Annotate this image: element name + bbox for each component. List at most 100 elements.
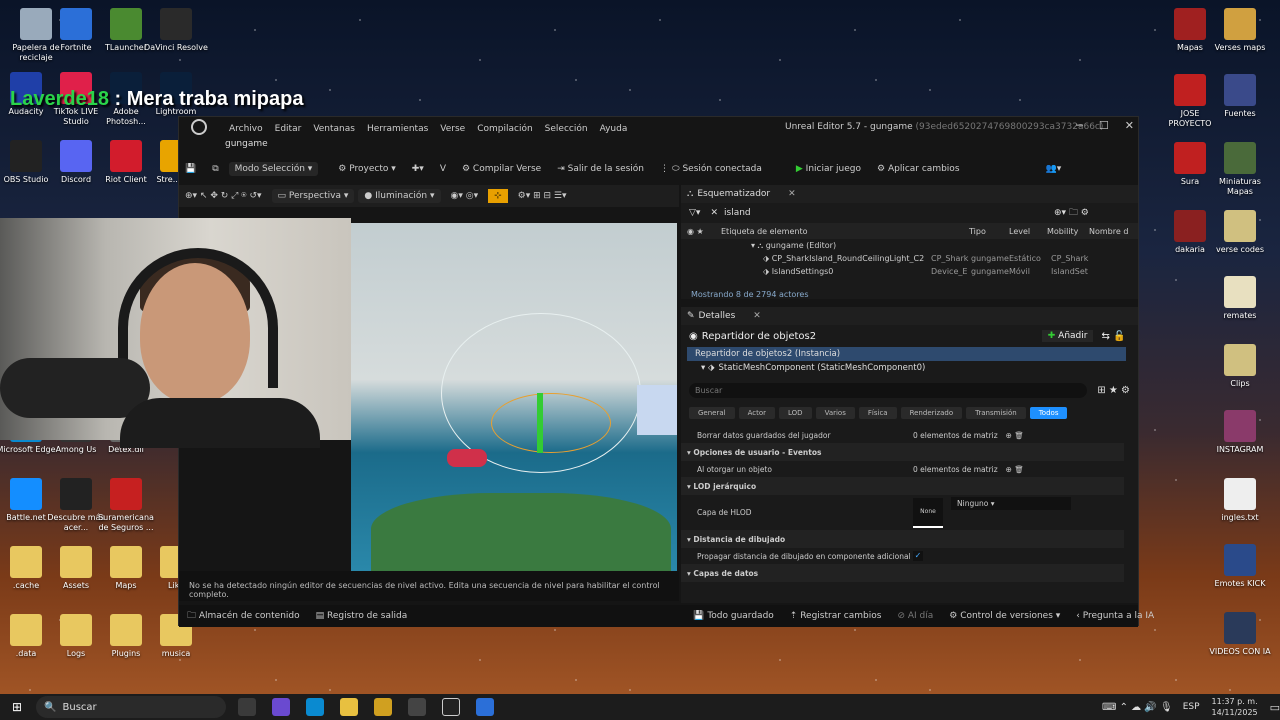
menu-item[interactable]: Ventanas xyxy=(313,124,355,134)
content-drawer-button[interactable]: 🗀 Almacén de contenido xyxy=(187,608,300,624)
ask-ai-button[interactable]: ‹ Pregunta a la IA xyxy=(1076,611,1154,621)
outliner-row[interactable]: ▾ ⛬ gungame (Editor) xyxy=(681,239,1138,252)
column-header[interactable]: Etiqueta de elemento xyxy=(721,227,969,236)
version-control-button[interactable]: ⚙ Control de versiones ▾ xyxy=(949,611,1060,621)
close-tab-icon[interactable]: ✕ xyxy=(788,189,796,199)
desktop-icon[interactable]: INSTAGRAM xyxy=(1208,410,1272,455)
gizmo-arrow[interactable] xyxy=(537,393,543,453)
users-icon[interactable]: 👥▾ xyxy=(1040,162,1068,176)
instance-row[interactable]: Repartidor de objetos2 (Instancia) xyxy=(687,347,1126,361)
property-section[interactable]: ▾ LOD jerárquico xyxy=(681,478,1124,495)
desktop-icon[interactable]: Verses maps xyxy=(1208,8,1272,53)
outliner-search-input[interactable]: island xyxy=(724,208,1054,218)
transform-tools[interactable]: ⊕▾ ↖ ✥ ↻ ⤢ ⍟ ↺▾ xyxy=(179,189,268,203)
category-tab[interactable]: Actor xyxy=(738,407,776,419)
task-view-icon[interactable] xyxy=(238,698,257,716)
start-game-button[interactable]: ▶ Iniciar juego xyxy=(790,162,867,176)
category-tab[interactable]: General xyxy=(689,407,735,419)
clock[interactable]: 11:37 p. m. 14/11/2025 xyxy=(1212,696,1258,718)
add-actor-icon[interactable]: ✚▾ xyxy=(406,162,430,176)
notifications-icon[interactable]: ▭ xyxy=(1270,701,1280,714)
desktop-icon[interactable]: Miniaturas Mapas xyxy=(1208,142,1272,197)
desktop-icon[interactable]: ingles.txt xyxy=(1208,478,1272,523)
session-button[interactable]: ⋮ ⬭ Sesión conectada xyxy=(654,162,768,176)
desktop-icon[interactable]: DaVinci Resolve xyxy=(144,8,208,53)
obs-icon[interactable] xyxy=(408,698,427,716)
category-tab[interactable]: Transmisión xyxy=(966,407,1026,419)
blueprint-icon[interactable]: ⇆ 🔓 xyxy=(1101,331,1125,342)
browse-icon[interactable]: ⧉ xyxy=(206,162,224,176)
menu-item[interactable]: Ayuda xyxy=(600,124,628,134)
level-tab[interactable]: gungame xyxy=(225,139,268,149)
hlod-dropdown[interactable]: Ninguno ▾ xyxy=(951,497,1071,510)
clear-search-icon[interactable]: ✕ xyxy=(710,208,718,218)
language-indicator[interactable]: ESP xyxy=(1183,702,1200,712)
show-flags-icon[interactable]: ◉▾ ◎▾ xyxy=(445,189,485,203)
perspective-button[interactable]: ▭ Perspectiva ▾ xyxy=(271,189,355,203)
array-add-icon[interactable]: ⊕ 🗑 xyxy=(1006,431,1024,440)
category-tab[interactable]: Todos xyxy=(1029,407,1068,419)
menu-item[interactable]: Selección xyxy=(545,124,588,134)
windows-start-icon[interactable]: ⊞ xyxy=(12,700,22,714)
desktop-icon[interactable]: verse codes xyxy=(1208,210,1272,255)
desktop-icon[interactable]: Fuentes xyxy=(1208,74,1272,119)
details-options-icon[interactable]: ⊞ ★ ⚙ xyxy=(1097,385,1130,396)
settings-icon[interactable]: ⚙▾ ⊞ ⊟ ☰▾ xyxy=(512,189,573,203)
close-tab-icon[interactable]: ✕ xyxy=(753,311,761,321)
mode-select-button[interactable]: Modo Selección ▾ xyxy=(228,162,319,176)
fortnite-icon[interactable] xyxy=(476,698,495,716)
menu-item[interactable]: Editar xyxy=(275,124,302,134)
component-row[interactable]: ▾ ⬗ StaticMeshComponent (StaticMeshCompo… xyxy=(681,361,1138,375)
hlod-thumbnail[interactable]: None xyxy=(913,497,943,528)
add-filter-icon[interactable]: ⊕▾ 🗀 ⚙ xyxy=(1054,205,1089,221)
all-saved-button[interactable]: 💾 Todo guardado xyxy=(693,611,774,621)
property-section[interactable]: ▾ Opciones de usuario - Eventos xyxy=(681,444,1124,461)
save-icon[interactable]: 💾 xyxy=(179,162,202,176)
array-add-icon[interactable]: ⊕ 🗑 xyxy=(1006,465,1024,474)
close-icon[interactable]: ✕ xyxy=(1125,119,1134,132)
menu-item[interactable]: Herramientas xyxy=(367,124,428,134)
category-tab[interactable]: Varios xyxy=(815,407,855,419)
add-component-button[interactable]: ✚ Añadir xyxy=(1041,330,1094,342)
desktop-icon[interactable]: Clips xyxy=(1208,344,1272,389)
chrome-icon[interactable] xyxy=(374,698,393,716)
category-tab[interactable]: Física xyxy=(858,407,897,419)
unreal-icon[interactable] xyxy=(442,698,461,716)
outliner-row[interactable]: ⬗ IslandSettings0 Device_E gungame Móvil Isl… xyxy=(681,265,1138,278)
desktop-icon[interactable]: Suramericana de Seguros ... xyxy=(94,478,158,533)
output-log-button[interactable]: ▤ Registro de salida xyxy=(316,611,408,621)
exit-session-button[interactable]: ⇥ Salir de la sesión xyxy=(551,162,650,176)
snap-icon[interactable]: ⊹ xyxy=(488,189,508,203)
outliner-row[interactable]: ⬗ CP_SharkIsland_RoundCeilingLight_C2 CP_… xyxy=(681,252,1138,265)
register-changes-button[interactable]: ⇡ Registrar cambios xyxy=(790,611,882,621)
copilot-icon[interactable] xyxy=(272,698,291,716)
menu-item[interactable]: Verse xyxy=(440,124,465,134)
column-header[interactable]: Level xyxy=(1009,227,1047,236)
project-button[interactable]: ⚙ Proyecto ▾ xyxy=(332,162,401,176)
tray-icons[interactable]: ⌨ ⌃ ☁ 🔊 🎙 xyxy=(1102,702,1173,713)
apply-changes-button[interactable]: ⚙ Aplicar cambios xyxy=(871,162,965,176)
maximize-icon[interactable]: ☐ xyxy=(1099,119,1109,132)
menu-item[interactable]: Compilación xyxy=(477,124,532,134)
taskbar-search[interactable]: 🔍 Buscar xyxy=(36,696,227,718)
column-header[interactable]: Tipo xyxy=(969,227,1009,236)
desktop-icon[interactable]: VIDEOS CON IA xyxy=(1208,612,1272,657)
column-header[interactable]: Nombre d xyxy=(1089,227,1129,236)
verse-icon[interactable]: V xyxy=(434,162,452,176)
property-section[interactable]: ▾ Distancia de dibujado xyxy=(681,531,1124,548)
level-viewport[interactable] xyxy=(351,223,677,583)
desktop-icon[interactable]: Emotes KICK xyxy=(1208,544,1272,589)
property-section[interactable]: ▾ Capas de datos xyxy=(681,565,1124,582)
lighting-button[interactable]: ● Iluminación ▾ xyxy=(358,189,441,203)
category-tab[interactable]: Renderizado xyxy=(900,407,963,419)
edge-icon[interactable] xyxy=(306,698,325,716)
compile-verse-button[interactable]: ⚙ Compilar Verse xyxy=(456,162,547,176)
visibility-icon[interactable]: ◉ ★ xyxy=(681,227,721,236)
column-header[interactable]: Mobility xyxy=(1047,227,1089,236)
details-tab[interactable]: ✎ Detalles ✕ xyxy=(681,307,1138,325)
desktop-icon[interactable]: remates xyxy=(1208,276,1272,321)
menu-item[interactable]: Archivo xyxy=(229,124,263,134)
outliner-tab[interactable]: ⛬ Esquematizador ✕ xyxy=(681,185,1138,203)
details-search-input[interactable]: Buscar xyxy=(689,382,1088,398)
category-tab[interactable]: LOD xyxy=(779,407,812,419)
